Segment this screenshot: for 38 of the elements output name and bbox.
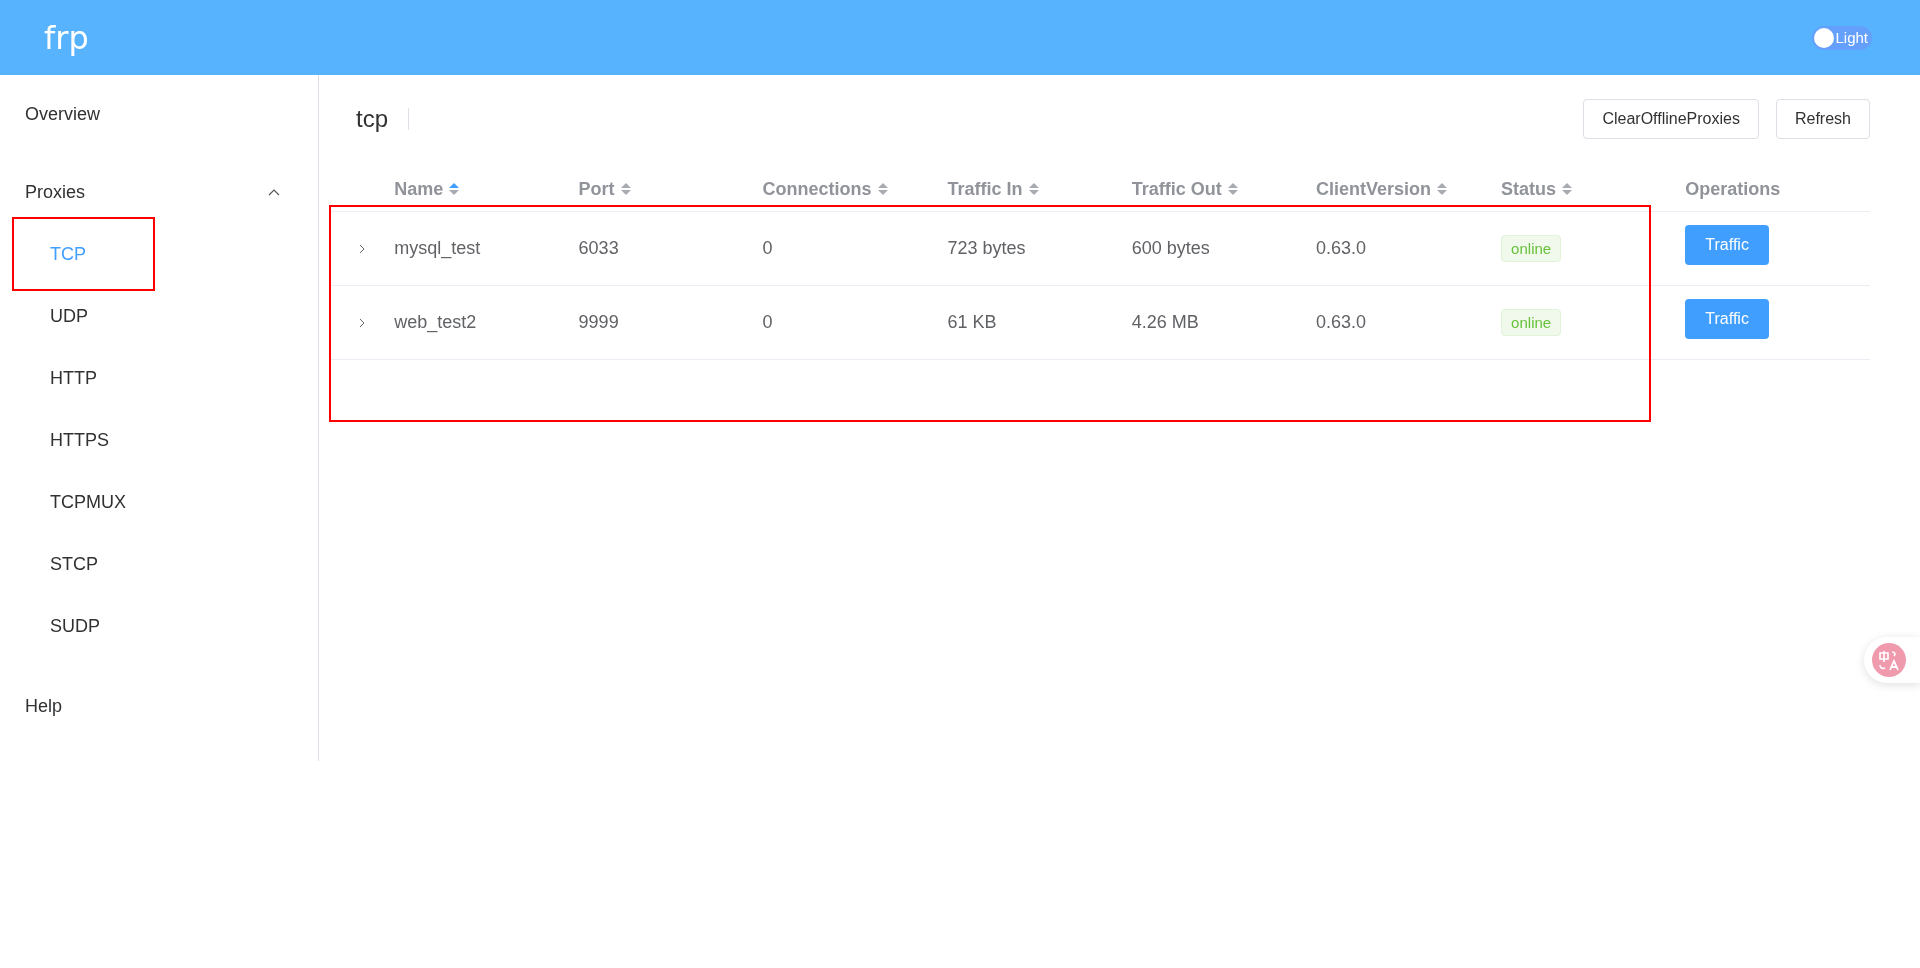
- table-cell: web_test2: [394, 312, 477, 332]
- sort-icon[interactable]: [1562, 182, 1573, 196]
- table-cell: 4.26 MB: [1131, 312, 1199, 332]
- toolbar-button[interactable]: ClearOfflineProxies: [1583, 99, 1759, 139]
- submenu-item[interactable]: HTTPS: [0, 409, 318, 471]
- table-cell: 0.63.0: [1315, 238, 1366, 258]
- submenu-item[interactable]: SUDP: [0, 595, 318, 657]
- submenu-item[interactable]: STCP: [0, 533, 318, 595]
- table-cell: 0: [762, 312, 773, 332]
- table-cell: 6033: [578, 238, 619, 258]
- translate-icon: [1872, 643, 1906, 677]
- translate-button[interactable]: [1864, 637, 1920, 683]
- table-cell: 600 bytes: [1131, 238, 1210, 258]
- menu-item[interactable]: Proxies: [0, 161, 318, 223]
- page-title: tcp: [356, 108, 409, 130]
- sort-icon[interactable]: [1227, 182, 1238, 196]
- table-cell: 0: [762, 238, 773, 258]
- sort-icon[interactable]: [449, 182, 460, 196]
- toolbar-button[interactable]: Refresh: [1775, 99, 1870, 139]
- submenu-item[interactable]: HTTP: [0, 347, 318, 409]
- sort-icon[interactable]: [1028, 182, 1039, 196]
- table-cell: 723 bytes: [947, 238, 1026, 258]
- column-header: Operations: [1685, 178, 1781, 200]
- table-cell: 0.63.0: [1315, 312, 1366, 332]
- table-cell: mysql_test: [394, 238, 481, 258]
- menu-item[interactable]: Overview: [0, 83, 318, 145]
- table-cell: 9999: [578, 312, 619, 332]
- chevron-icon: [268, 188, 280, 196]
- status-tag: online: [1501, 309, 1562, 336]
- menu-item[interactable]: Help: [0, 675, 318, 737]
- sort-icon[interactable]: [620, 182, 631, 196]
- table-cell: 61 KB: [947, 312, 997, 332]
- status-tag: online: [1501, 235, 1562, 262]
- sort-icon[interactable]: [1437, 182, 1447, 196]
- submenu-item[interactable]: UDP: [0, 285, 318, 347]
- submenu-item[interactable]: TCPMUX: [0, 471, 318, 533]
- logo-text: frp: [44, 18, 89, 57]
- sort-icon[interactable]: [877, 182, 888, 196]
